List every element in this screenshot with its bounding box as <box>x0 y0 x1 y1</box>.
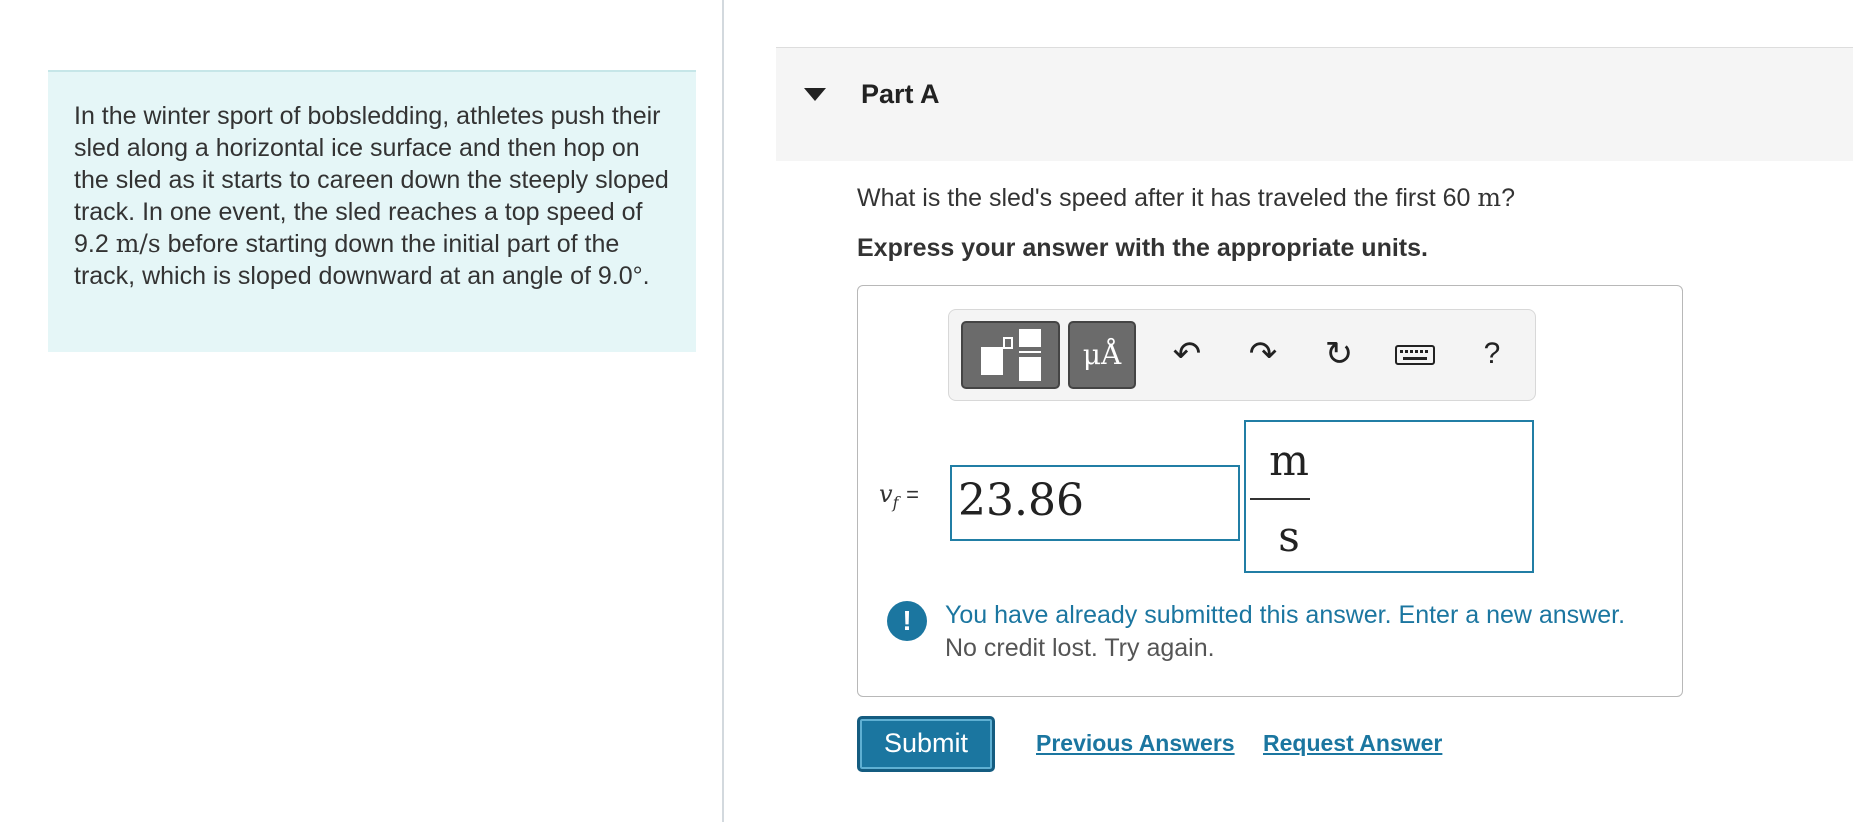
question-text-2: ? <box>1501 184 1515 212</box>
part-a-header[interactable]: Part A <box>776 47 1853 161</box>
undo-icon[interactable]: ↶ <box>1167 334 1207 374</box>
part-title: Part A <box>861 79 940 109</box>
alert-icon: ! <box>887 601 927 641</box>
question-text: What is the sled's speed after it has tr… <box>857 183 1515 213</box>
math-toolbar: μÅ ↶ ↷ ↻ ? <box>948 309 1536 401</box>
problem-statement: In the winter sport of bobsledding, athl… <box>48 70 696 352</box>
question-unit: m <box>1477 183 1502 212</box>
units-symbols-button[interactable]: μÅ <box>1068 321 1136 389</box>
feedback-submessage: No credit lost. Try again. <box>945 634 1215 662</box>
unit-denominator: s <box>1278 512 1300 561</box>
problem-text-3: . <box>642 262 650 290</box>
redo-icon[interactable]: ↷ <box>1243 334 1283 374</box>
problem-pane: In the winter sport of bobsledding, athl… <box>0 0 722 822</box>
equals-sign: = <box>906 482 919 507</box>
keyboard-icon[interactable] <box>1395 334 1435 374</box>
variable-subscript: f <box>892 492 899 512</box>
question-text-1: What is the sled's speed after it has tr… <box>857 184 1478 212</box>
answer-unit-input[interactable]: m s <box>1244 420 1534 573</box>
submit-button[interactable]: Submit <box>857 716 995 772</box>
fraction-bar <box>1250 498 1310 500</box>
reset-icon[interactable]: ↻ <box>1319 334 1359 374</box>
collapse-caret-icon[interactable] <box>804 88 826 101</box>
speed-unit: m/s <box>115 229 161 258</box>
templates-button[interactable] <box>961 321 1060 389</box>
feedback-message: You have already submitted this answer. … <box>945 601 1626 629</box>
answer-variable-label: vf = <box>879 480 919 512</box>
variable-symbol: v <box>879 480 893 508</box>
angle-unit: ° <box>632 262 643 290</box>
instruction-text: Express your answer with the appropriate… <box>857 234 1428 262</box>
help-button[interactable]: ? <box>1472 334 1512 374</box>
request-answer-link[interactable]: Request Answer <box>1263 730 1442 757</box>
previous-answers-link[interactable]: Previous Answers <box>1036 730 1235 757</box>
pane-divider <box>722 0 724 822</box>
unit-numerator: m <box>1269 436 1309 485</box>
answer-value-input[interactable]: 23.86 <box>950 465 1240 541</box>
